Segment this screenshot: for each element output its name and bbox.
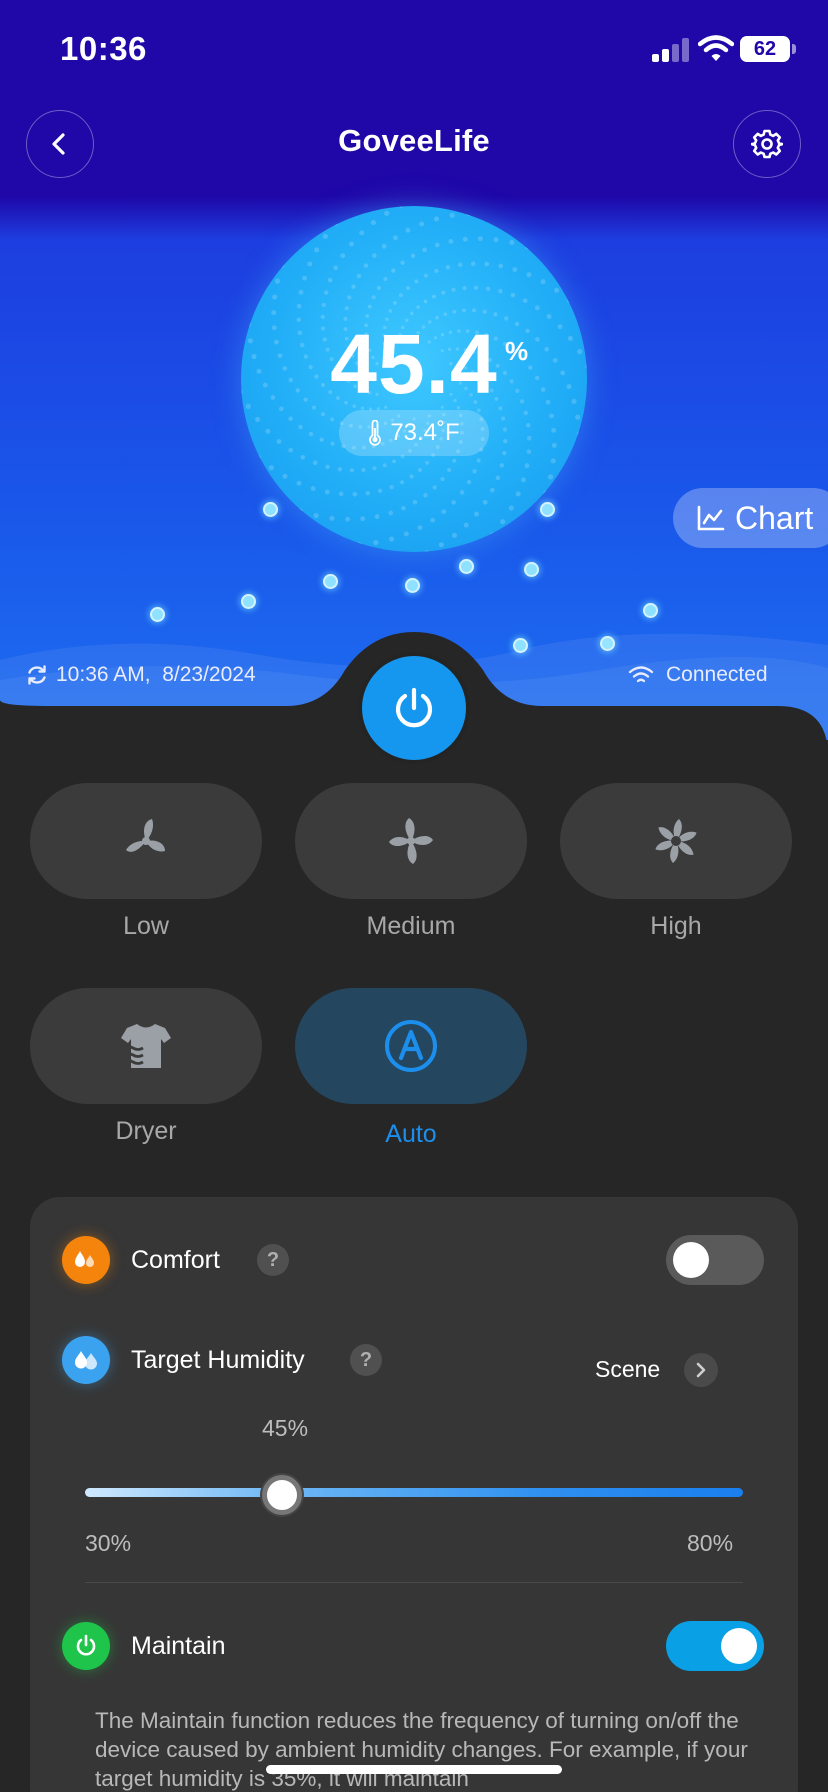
toggle-knob xyxy=(721,1628,757,1664)
comfort-icon xyxy=(62,1236,110,1284)
target-humidity-value: 45% xyxy=(262,1415,309,1441)
slider-min-label: 30% xyxy=(85,1530,132,1556)
target-humidity-icon xyxy=(62,1336,110,1384)
power-button[interactable] xyxy=(362,656,466,760)
power-icon xyxy=(395,687,433,728)
mode-auto-button[interactable] xyxy=(295,988,527,1104)
mode-high-button[interactable] xyxy=(560,783,792,899)
fan-low-icon xyxy=(126,819,165,852)
floating-droplet xyxy=(540,502,555,517)
scene-link[interactable]: Scene xyxy=(595,1356,660,1383)
target-humidity-help-icon[interactable]: ? xyxy=(350,1344,382,1376)
mode-low-button[interactable] xyxy=(30,783,262,899)
chevron-right-icon xyxy=(696,1362,706,1378)
mode-medium-label: Medium xyxy=(366,912,456,940)
comfort-toggle[interactable] xyxy=(666,1235,764,1285)
fan-medium-icon xyxy=(389,818,433,864)
mode-medium-button[interactable] xyxy=(295,783,527,899)
shirt-dryer-icon xyxy=(121,1024,171,1068)
comfort-help-icon[interactable]: ? xyxy=(257,1244,289,1276)
mode-low-label: Low xyxy=(123,912,169,940)
temperature-value: 73.4˚F xyxy=(390,419,460,446)
thermometer-icon xyxy=(369,420,382,446)
mode-auto-label: Auto xyxy=(385,1120,437,1148)
app-title: GoveeLife xyxy=(338,123,490,158)
floating-droplet xyxy=(263,502,278,517)
floating-droplet xyxy=(524,562,539,577)
battery-tip xyxy=(792,44,796,54)
chart-button-label: Chart xyxy=(735,499,814,536)
status-bar: 10:36 62 xyxy=(0,0,828,100)
maintain-toggle[interactable] xyxy=(666,1621,764,1671)
battery-indicator: 62 xyxy=(740,36,790,62)
cellular-signal-icon xyxy=(652,38,692,62)
gear-icon xyxy=(751,129,783,159)
settings-button[interactable] xyxy=(733,110,801,178)
toggle-knob xyxy=(673,1242,709,1278)
comfort-label: Comfort xyxy=(131,1246,220,1274)
wifi-icon xyxy=(698,35,734,61)
mode-dryer-button[interactable] xyxy=(30,988,262,1104)
humidity-unit: % xyxy=(505,336,529,366)
slider-max-label: 80% xyxy=(687,1530,734,1556)
floating-droplet xyxy=(405,578,420,593)
mode-dryer-label: Dryer xyxy=(115,1117,177,1145)
mode-high-label: High xyxy=(650,912,702,940)
humidity-slider-track[interactable] xyxy=(85,1488,743,1497)
line-chart-icon xyxy=(697,505,725,531)
maintain-icon xyxy=(62,1622,110,1670)
status-time: 10:36 xyxy=(60,30,147,67)
divider xyxy=(85,1582,743,1583)
floating-droplet xyxy=(459,559,474,574)
chart-button[interactable]: Chart xyxy=(673,488,828,548)
temperature-pill: 73.4˚F xyxy=(339,410,489,456)
target-humidity-label: Target Humidity xyxy=(131,1346,305,1374)
maintain-description: The Maintain function reduces the freque… xyxy=(95,1708,748,1791)
humidity-value: 45.4 xyxy=(330,317,498,411)
auto-a-icon xyxy=(385,1020,437,1072)
home-indicator[interactable] xyxy=(266,1765,562,1774)
humidity-bubble: 45.4 % 73.4˚F xyxy=(241,206,587,552)
floating-droplet xyxy=(323,574,338,589)
fan-high-icon xyxy=(655,819,697,863)
maintain-label: Maintain xyxy=(131,1632,226,1660)
scene-chevron-button[interactable] xyxy=(684,1353,718,1387)
